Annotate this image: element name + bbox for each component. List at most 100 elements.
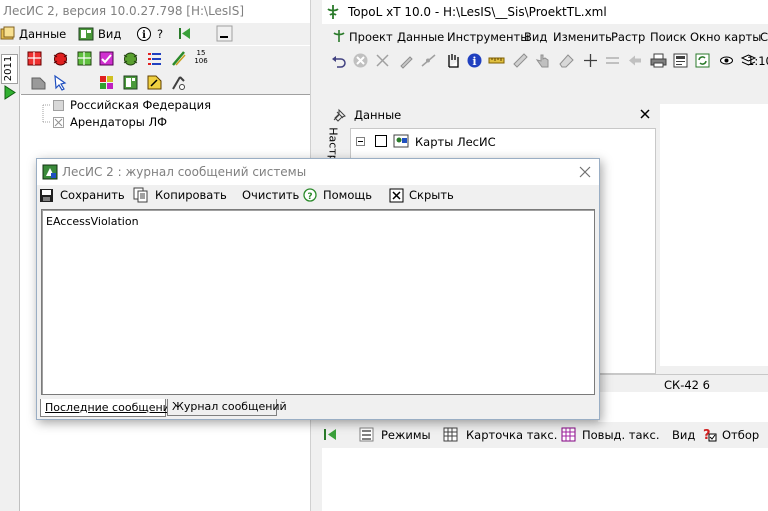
cell-badge[interactable]: 15 106: [193, 49, 209, 67]
edit-node-icon[interactable]: [398, 52, 415, 69]
select-icon[interactable]: ?: [701, 426, 718, 443]
tool-pick-icon[interactable]: [170, 74, 187, 91]
pin-icon[interactable]: [330, 108, 347, 125]
pan-hand-icon[interactable]: [444, 52, 461, 69]
tool-list-icon[interactable]: [146, 50, 163, 67]
hand-select-icon[interactable]: [534, 52, 551, 69]
tax-card-button[interactable]: Карточка такс.: [466, 428, 557, 442]
year-tab[interactable]: 2011: [1, 54, 18, 84]
povyd-icon[interactable]: [560, 426, 577, 443]
measure-icon[interactable]: [488, 52, 505, 69]
ruler-icon[interactable]: [512, 52, 529, 69]
menu-tools[interactable]: Инструменты: [447, 30, 529, 44]
povyd-button[interactable]: Повыд. такс.: [582, 428, 659, 442]
cancel-icon[interactable]: [352, 52, 369, 69]
save-button[interactable]: Сохранить: [39, 186, 125, 204]
checkbox-crossed-icon[interactable]: [53, 116, 64, 128]
menu-view[interactable]: Вид: [78, 25, 121, 43]
view-button[interactable]: Вид: [672, 428, 695, 442]
menu-data[interactable]: Данные: [397, 30, 444, 44]
data-panel-title: Данные: [354, 108, 402, 122]
copy-icon: [133, 187, 148, 203]
refresh-icon[interactable]: [694, 52, 711, 69]
modes-button[interactable]: Режимы: [381, 428, 431, 442]
log-text-area[interactable]: EAccessViolation: [41, 209, 595, 395]
tool-line-icon[interactable]: [170, 50, 187, 67]
undo-icon[interactable]: [330, 53, 347, 70]
checkbox-gray-icon[interactable]: [53, 99, 64, 111]
lesis-window-title: ЛесИС 2, версия 10.0.27.798 [H:\LesIS]: [3, 4, 245, 18]
scale-value[interactable]: 1:10: [747, 54, 768, 68]
arrow-left-icon[interactable]: [626, 52, 643, 69]
dialog-close-icon[interactable]: [579, 166, 591, 178]
tree-root-checkbox[interactable]: [375, 135, 387, 147]
expand-icon[interactable]: [356, 137, 365, 146]
menu-more[interactable]: С: [760, 30, 768, 44]
topol-app-icon: [327, 5, 339, 19]
tool-red-bug-icon[interactable]: [52, 50, 69, 67]
eye-icon[interactable]: [718, 52, 735, 69]
menu-search[interactable]: Поиск: [650, 30, 686, 44]
topol-menu-bar: Проект Данные Инструменты Вид Изменить Р…: [322, 26, 768, 46]
cut-icon[interactable]: [374, 52, 391, 69]
topol-title-bar: TopoL xT 10.0 - H:\LesIS\__Sis\ProektTL.…: [322, 0, 768, 24]
menu-project[interactable]: Проект: [349, 30, 393, 44]
menu-raster[interactable]: Растр: [611, 30, 645, 44]
tool-yellow-cut-icon[interactable]: [146, 74, 163, 91]
bottom-white-area: [322, 448, 768, 511]
tree-root-label[interactable]: Карты ЛесИС: [415, 135, 496, 149]
data-icon: [0, 26, 15, 40]
print-icon[interactable]: [650, 52, 667, 69]
tree-item-lessees[interactable]: Арендаторы ЛФ: [53, 115, 167, 129]
maps-folder-icon: [393, 134, 409, 148]
tool-pointer-icon[interactable]: [52, 74, 69, 91]
menu-data[interactable]: Данные: [0, 25, 66, 43]
coord-system: СК-42 6: [664, 378, 710, 392]
menu-edit[interactable]: Изменить: [553, 30, 612, 44]
tab-recent-messages[interactable]: Последние сообщения: [40, 399, 176, 417]
menu-help[interactable]: i ?: [136, 25, 163, 43]
tool-green-grid-icon[interactable]: [76, 50, 93, 67]
lesis-toolbar-2: [0, 70, 310, 94]
tab-message-journal[interactable]: Журнал сообщений: [167, 399, 287, 416]
minimize-icon[interactable]: [216, 25, 233, 42]
status-white-band: [598, 392, 768, 422]
play-arrow-icon[interactable]: [2, 84, 17, 101]
copy-button[interactable]: Копировать: [133, 186, 227, 204]
clear-button[interactable]: Очистить: [242, 186, 299, 204]
dialog-app-icon: [42, 164, 58, 180]
help-button[interactable]: ? Помощь: [303, 186, 372, 204]
tool-green-card-icon[interactable]: [122, 74, 139, 91]
log-entry: EAccessViolation: [46, 215, 139, 228]
close-icon[interactable]: [640, 109, 650, 119]
tool-green-bug-icon[interactable]: [122, 50, 139, 67]
tool-gray-shape-icon[interactable]: [30, 74, 47, 91]
add-point-icon[interactable]: [582, 52, 599, 69]
svg-text:?: ?: [307, 192, 312, 202]
map-canvas[interactable]: [660, 104, 768, 366]
bottom-toolbar: Режимы Карточка такс. Повыд. такс. Вид ?…: [322, 424, 768, 446]
save-icon: [40, 188, 53, 202]
first-record-icon[interactable]: [176, 25, 193, 42]
tool-red-grid-icon[interactable]: [26, 50, 43, 67]
back-green-icon[interactable]: [322, 426, 339, 443]
eraser-icon[interactable]: [558, 52, 575, 69]
hide-button[interactable]: Скрыть: [389, 186, 454, 204]
menu-map-window[interactable]: Окно карты: [690, 30, 761, 44]
tool-magenta-check-icon[interactable]: [98, 50, 115, 67]
view-icon: [78, 27, 94, 41]
svg-text:i: i: [142, 30, 146, 41]
info-icon: i: [137, 27, 151, 41]
tree-item-rf[interactable]: Российская Федерация: [53, 98, 211, 112]
info-tool-icon[interactable]: i: [466, 52, 483, 69]
dialog-title-bar: ЛесИС 2 : журнал сообщений системы: [37, 159, 599, 185]
year-sidebar: 2011: [0, 46, 20, 511]
properties-icon[interactable]: [672, 52, 689, 69]
line-tool-icon[interactable]: [420, 52, 437, 69]
modes-icon[interactable]: [358, 426, 375, 443]
menu-view[interactable]: Вид: [524, 30, 547, 44]
merge-icon[interactable]: [604, 52, 621, 69]
select-button[interactable]: Отбор: [722, 428, 759, 442]
tax-card-icon[interactable]: [442, 426, 459, 443]
tool-colorgrid-icon[interactable]: [98, 74, 115, 91]
